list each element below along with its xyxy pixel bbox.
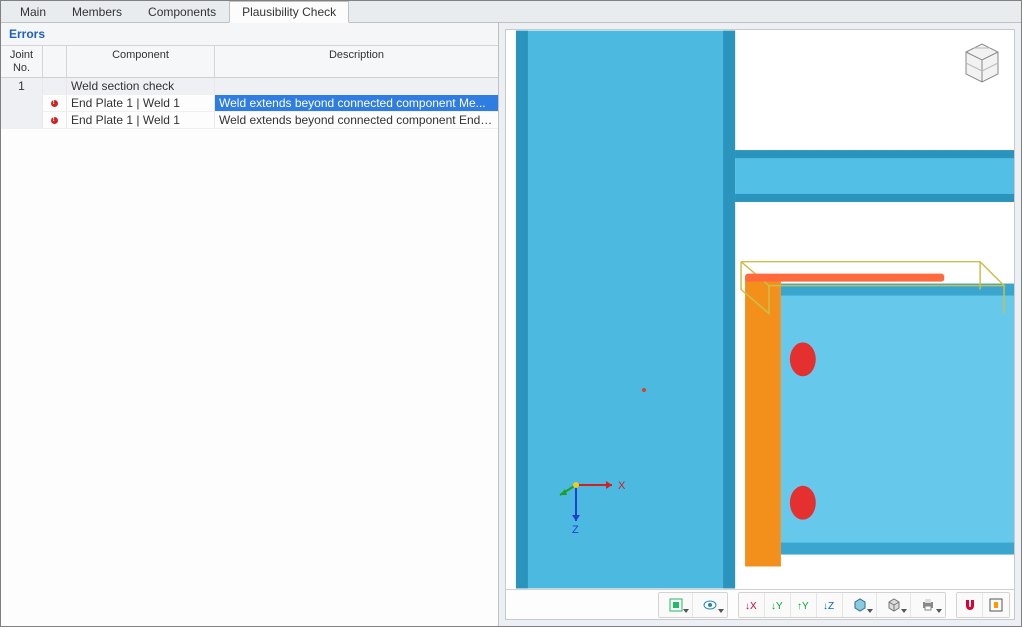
axis-triad: X Z [554,463,634,543]
view-z-minus-button[interactable]: ↓Z [817,593,843,617]
cube-icon [886,597,902,613]
tab-plausibility-check[interactable]: Plausibility Check [229,1,349,23]
table-row[interactable]: 1 Weld section check [1,78,498,95]
table-row[interactable]: End Plate 1 | Weld 1 Weld extends beyond… [1,95,498,112]
col-header-joint[interactable]: JointNo. [1,46,43,77]
cell-joint: 1 [1,78,43,95]
center-marker [642,388,646,392]
cell-desc [215,78,498,95]
svg-text:↓X: ↓X [745,601,757,612]
iso-icon [852,597,868,613]
grid-header: JointNo. Component Description [1,46,498,78]
error-icon [43,112,67,129]
errors-panel: Errors JointNo. Component Description 1 … [1,23,499,626]
iso-view-button[interactable] [843,593,877,617]
magnet-button[interactable] [957,593,983,617]
row-header [1,95,43,112]
svg-text:↓Y: ↓Y [771,601,783,612]
error-icon [43,95,67,112]
cell-component: End Plate 1 | Weld 1 [67,95,215,112]
tab-components[interactable]: Components [135,1,229,22]
tab-main[interactable]: Main [7,1,59,22]
row-header [1,112,43,129]
magnet-icon [962,597,978,613]
viewport-toolbar: ↓X ↓Y ↑Y ↓Z [506,589,1014,619]
viewport-panel: X Z [505,29,1015,620]
tab-bar: Main Members Components Plausibility Che… [1,1,1021,23]
view-y-plus-button[interactable]: ↑Y [791,593,817,617]
panel-title: Errors [1,23,498,46]
svg-text:X: X [618,480,626,492]
cell-component: End Plate 1 | Weld 1 [67,112,215,129]
view-cube[interactable] [958,38,1006,86]
print-icon [920,597,936,613]
cell-description: Weld extends beyond connected component … [215,95,498,112]
layers-button[interactable] [693,593,727,617]
cell-icon [43,78,67,95]
cell-description: Weld extends beyond connected component … [215,112,498,129]
view-y-minus-button[interactable]: ↓Y [765,593,791,617]
fit-view-button[interactable] [983,593,1009,617]
render-mode-button[interactable] [877,593,911,617]
model-viewport[interactable]: X Z [506,30,1014,589]
table-row[interactable]: End Plate 1 | Weld 1 Weld extends beyond… [1,112,498,129]
print-button[interactable] [911,593,945,617]
options-button[interactable] [659,593,693,617]
fit-icon [988,597,1004,613]
col-header-description[interactable]: Description [215,46,498,77]
col-header-component[interactable]: Component [67,46,215,77]
eye-icon [702,597,718,613]
view-x-plus-button[interactable]: ↓X [739,593,765,617]
svg-text:↑Y: ↑Y [797,601,809,612]
grid-body[interactable]: 1 Weld section check End Plate 1 | Weld … [1,78,498,626]
col-header-icon[interactable] [43,46,67,77]
tab-members[interactable]: Members [59,1,135,22]
svg-text:Z: Z [572,524,579,536]
cell-group-label: Weld section check [67,78,215,95]
svg-text:↓Z: ↓Z [823,601,834,612]
